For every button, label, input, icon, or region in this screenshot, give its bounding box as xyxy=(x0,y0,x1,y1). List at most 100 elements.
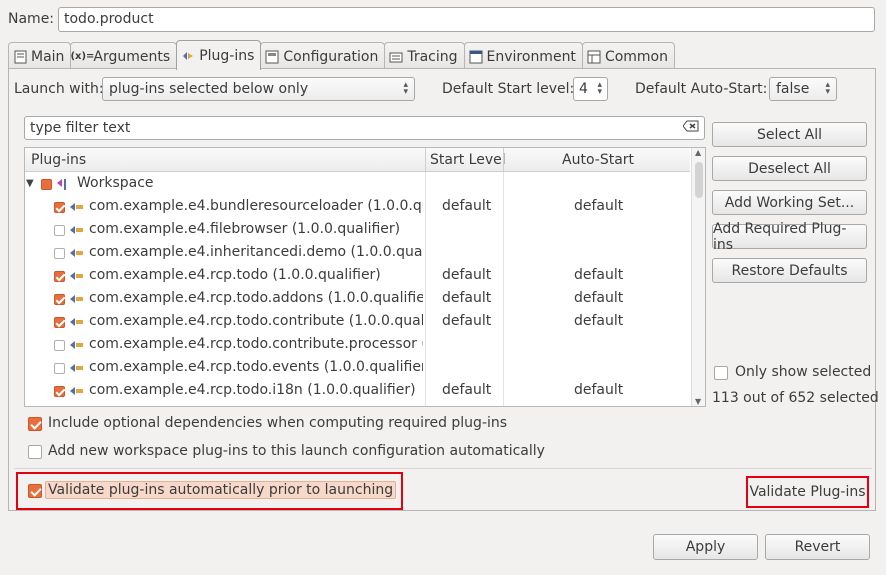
plugin-start-level[interactable]: default xyxy=(442,198,491,214)
plugin-start-level[interactable]: default xyxy=(442,267,491,283)
plugin-label: com.example.e4.filebrowser (1.0.0.qualif… xyxy=(89,221,401,237)
launch-with-select[interactable]: plug-ins selected below only ▴ ▾ xyxy=(102,77,415,101)
tree-row-plugin[interactable]: com.example.e4.bundleresourceloader (1.0… xyxy=(25,196,690,219)
plugin-icon xyxy=(69,338,85,352)
tree-row-plugin[interactable]: com.example.e4.rcp.todo.i18n (1.0.0.qual… xyxy=(25,380,690,403)
tracing-icon xyxy=(389,50,403,64)
tab-plugins[interactable]: Plug-ins xyxy=(176,40,262,70)
plugin-auto-start[interactable]: default xyxy=(574,267,623,283)
plugin-icon xyxy=(69,223,85,237)
plugin-checkbox[interactable] xyxy=(54,248,65,259)
plugin-checkbox[interactable] xyxy=(54,317,65,328)
tree-row-plugin[interactable]: com.example.e4.rcp.todo.contribute.proce… xyxy=(25,334,690,357)
spinner-arrows-icon: ▴ ▾ xyxy=(403,80,408,97)
plugin-auto-start[interactable]: default xyxy=(574,290,623,306)
launch-with-label: Launch with: xyxy=(14,81,104,97)
config-icon xyxy=(265,50,279,64)
plugin-label: com.example.e4.rcp.todo.addons (1.0.0.qu… xyxy=(89,290,423,306)
deselect-all-button[interactable]: Deselect All xyxy=(712,156,867,181)
plugin-checkbox[interactable] xyxy=(54,202,65,213)
selection-count: 113 out of 652 selected xyxy=(712,390,879,406)
tree-row-workspace[interactable]: ▼ Workspace xyxy=(25,173,690,196)
plugin-icon xyxy=(69,292,85,306)
apply-button[interactable]: Apply xyxy=(653,534,758,560)
name-field[interactable]: todo.product xyxy=(58,7,875,32)
tab-bar: Main (x)= Arguments Plug-ins Configurati… xyxy=(8,40,675,70)
only-show-selected-label: Only show selected xyxy=(735,364,872,380)
spinner-arrows-icon[interactable]: ▴ ▾ xyxy=(597,81,602,97)
default-start-level-label: Default Start level: xyxy=(442,81,575,97)
include-optional-label: Include optional dependencies when compu… xyxy=(48,415,508,431)
plugin-label: com.example.e4.rcp.todo.contribute.proce… xyxy=(89,336,423,352)
tree-row-plugin[interactable]: com.example.e4.inheritancedi.demo (1.0.0… xyxy=(25,242,690,265)
tree-row-plugin[interactable]: com.example.e4.rcp.todo.events (1.0.0.qu… xyxy=(25,357,690,380)
tab-common[interactable]: Common xyxy=(581,42,675,70)
plugin-checkbox[interactable] xyxy=(54,294,65,305)
tab-common-label: Common xyxy=(604,48,668,65)
tab-arguments-label: Arguments xyxy=(93,48,171,65)
scrollbar-thumb[interactable] xyxy=(695,162,703,198)
validate-plugins-button[interactable]: Validate Plug-ins xyxy=(749,479,866,505)
include-optional-checkbox[interactable] xyxy=(28,417,42,431)
spinner-arrows-icon: ▴ ▾ xyxy=(825,80,830,97)
plugins-tree[interactable]: Plug-ins Start Level Auto-Start ▼ Worksp… xyxy=(24,147,706,407)
plugin-auto-start[interactable]: default xyxy=(574,313,623,329)
common-icon xyxy=(587,50,601,64)
plugin-icon xyxy=(69,384,85,398)
validate-auto-checkbox[interactable] xyxy=(28,484,42,498)
add-new-workspace-label: Add new workspace plug-ins to this launc… xyxy=(48,443,545,459)
plugin-label: com.example.e4.rcp.todo.i18n (1.0.0.qual… xyxy=(89,382,416,398)
filter-placeholder: type filter text xyxy=(30,120,131,136)
tree-row-plugin[interactable]: com.example.e4.rcp.todo.addons (1.0.0.qu… xyxy=(25,288,690,311)
tree-scrollbar[interactable]: ▲ ▼ xyxy=(691,148,705,406)
plugin-checkbox[interactable] xyxy=(54,225,65,236)
plugin-start-level[interactable]: default xyxy=(442,382,491,398)
filter-input[interactable]: type filter text xyxy=(24,116,705,140)
plugin-checkbox[interactable] xyxy=(54,363,65,374)
add-new-workspace-checkbox[interactable] xyxy=(28,445,42,459)
tree-row-plugin[interactable]: com.example.e4.filebrowser (1.0.0.qualif… xyxy=(25,219,690,242)
tab-configuration[interactable]: Configuration xyxy=(260,42,386,70)
column-header-start-level[interactable]: Start Level xyxy=(430,152,506,168)
plugin-start-level[interactable]: default xyxy=(442,290,491,306)
plugin-auto-start[interactable]: default xyxy=(574,198,623,214)
tab-plugins-label: Plug-ins xyxy=(199,47,255,64)
plugin-icon xyxy=(69,361,85,375)
tree-row-plugin[interactable]: com.example.e4.rcp.todo.contribute (1.0.… xyxy=(25,311,690,334)
default-auto-start-select[interactable]: false ▴ ▾ xyxy=(769,77,837,101)
restore-defaults-button[interactable]: Restore Defaults xyxy=(712,258,867,283)
select-all-button[interactable]: Select All xyxy=(712,122,867,147)
default-start-level-spinner[interactable]: 4 ▴ ▾ xyxy=(573,77,608,101)
tab-main[interactable]: Main xyxy=(8,42,72,70)
tree-row-plugin[interactable]: com.example.e4.rcp.todo (1.0.0.qualifier… xyxy=(25,265,690,288)
default-auto-start-label: Default Auto-Start: xyxy=(635,81,768,97)
add-required-plugins-button[interactable]: Add Required Plug-ins xyxy=(712,221,867,253)
workspace-checkbox[interactable] xyxy=(41,179,52,190)
only-show-selected-checkbox[interactable] xyxy=(714,366,728,380)
clear-icon[interactable] xyxy=(682,120,699,136)
scroll-up-icon[interactable]: ▲ xyxy=(695,148,701,157)
column-header-plugins[interactable]: Plug-ins xyxy=(31,152,86,168)
tab-environment[interactable]: Environment xyxy=(463,42,583,70)
add-working-set-button[interactable]: Add Working Set... xyxy=(712,190,867,215)
launch-with-value: plug-ins selected below only xyxy=(109,81,309,97)
expand-arrow-icon[interactable]: ▼ xyxy=(26,178,34,189)
tab-environment-label: Environment xyxy=(486,48,576,65)
tab-arguments[interactable]: (x)= Arguments xyxy=(70,42,178,70)
validate-auto-label: Validate plug-ins automatically prior to… xyxy=(45,481,397,499)
plugin-checkbox[interactable] xyxy=(54,386,65,397)
workspace-icon xyxy=(56,177,72,191)
plugin-checkbox[interactable] xyxy=(54,340,65,351)
revert-button[interactable]: Revert xyxy=(765,534,870,560)
plugin-checkbox[interactable] xyxy=(54,271,65,282)
tab-configuration-label: Configuration xyxy=(283,48,379,65)
column-header-auto-start[interactable]: Auto-Start xyxy=(562,152,634,168)
plugin-icon xyxy=(69,315,85,329)
plugin-label: com.example.e4.rcp.todo (1.0.0.qualifier… xyxy=(89,267,381,283)
plugin-label: com.example.e4.bundleresourceloader (1.0… xyxy=(89,198,423,214)
tab-tracing[interactable]: Tracing xyxy=(384,42,465,70)
plugin-auto-start[interactable]: default xyxy=(574,382,623,398)
scroll-down-icon[interactable]: ▼ xyxy=(695,397,701,406)
plugin-start-level[interactable]: default xyxy=(442,313,491,329)
default-start-level-value: 4 xyxy=(579,81,588,97)
